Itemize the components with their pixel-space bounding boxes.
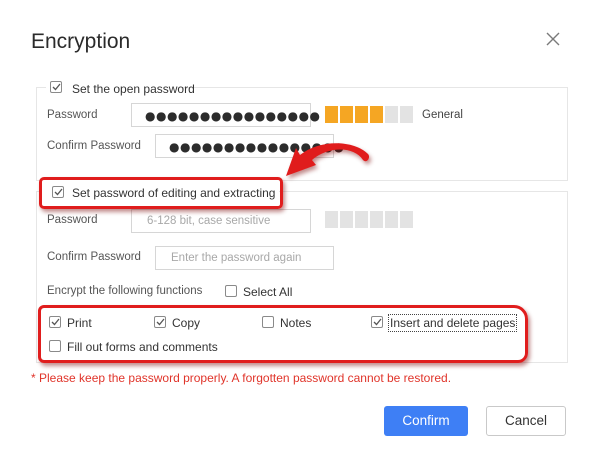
password-strength-meter xyxy=(325,106,415,123)
strength-segment xyxy=(370,106,383,123)
edit-strength-meter xyxy=(325,211,415,228)
select-all-checkbox[interactable] xyxy=(225,285,237,297)
strength-segment xyxy=(325,106,338,123)
open-password-checkbox[interactable] xyxy=(50,81,62,93)
strength-segment xyxy=(355,211,368,228)
edit-confirm-placeholder: Enter the password again xyxy=(171,252,302,264)
encrypt-functions-label: Encrypt the following functions xyxy=(47,285,203,297)
confirm-password-label: Confirm Password xyxy=(47,140,141,152)
strength-segment xyxy=(340,106,353,123)
strength-segment xyxy=(385,211,398,228)
confirm-button[interactable]: Confirm xyxy=(384,406,468,436)
edit-confirm-input[interactable]: Enter the password again xyxy=(155,246,334,270)
strength-segment xyxy=(340,211,353,228)
strength-segment xyxy=(400,106,413,123)
edit-password-label: Password xyxy=(47,214,98,226)
password-label: Password xyxy=(47,109,98,121)
annotation-arrow-icon xyxy=(286,143,370,176)
open-password-value: ●●●●●●●●●●●●●●●● xyxy=(145,109,321,123)
functions-highlight xyxy=(38,305,528,363)
open-password-header: Set the open password xyxy=(46,79,195,96)
warning-text: * Please keep the password properly. A f… xyxy=(31,371,452,385)
edit-password-highlight xyxy=(39,177,283,209)
dialog-title: Encryption xyxy=(31,30,131,53)
select-all-label: Select All xyxy=(243,285,293,299)
strength-label: General xyxy=(422,109,463,121)
edit-password-input[interactable]: 6-128 bit, case sensitive xyxy=(131,209,311,233)
edit-password-placeholder: 6-128 bit, case sensitive xyxy=(147,215,271,227)
strength-segment xyxy=(355,106,368,123)
strength-segment xyxy=(385,106,398,123)
strength-segment xyxy=(370,211,383,228)
strength-segment xyxy=(325,211,338,228)
strength-segment xyxy=(400,211,413,228)
edit-confirm-label: Confirm Password xyxy=(47,251,141,263)
open-password-label: Set the open password xyxy=(72,82,195,96)
open-password-input[interactable]: ●●●●●●●●●●●●●●●● xyxy=(131,103,320,127)
cancel-button[interactable]: Cancel xyxy=(486,406,566,436)
close-icon[interactable] xyxy=(545,31,561,47)
